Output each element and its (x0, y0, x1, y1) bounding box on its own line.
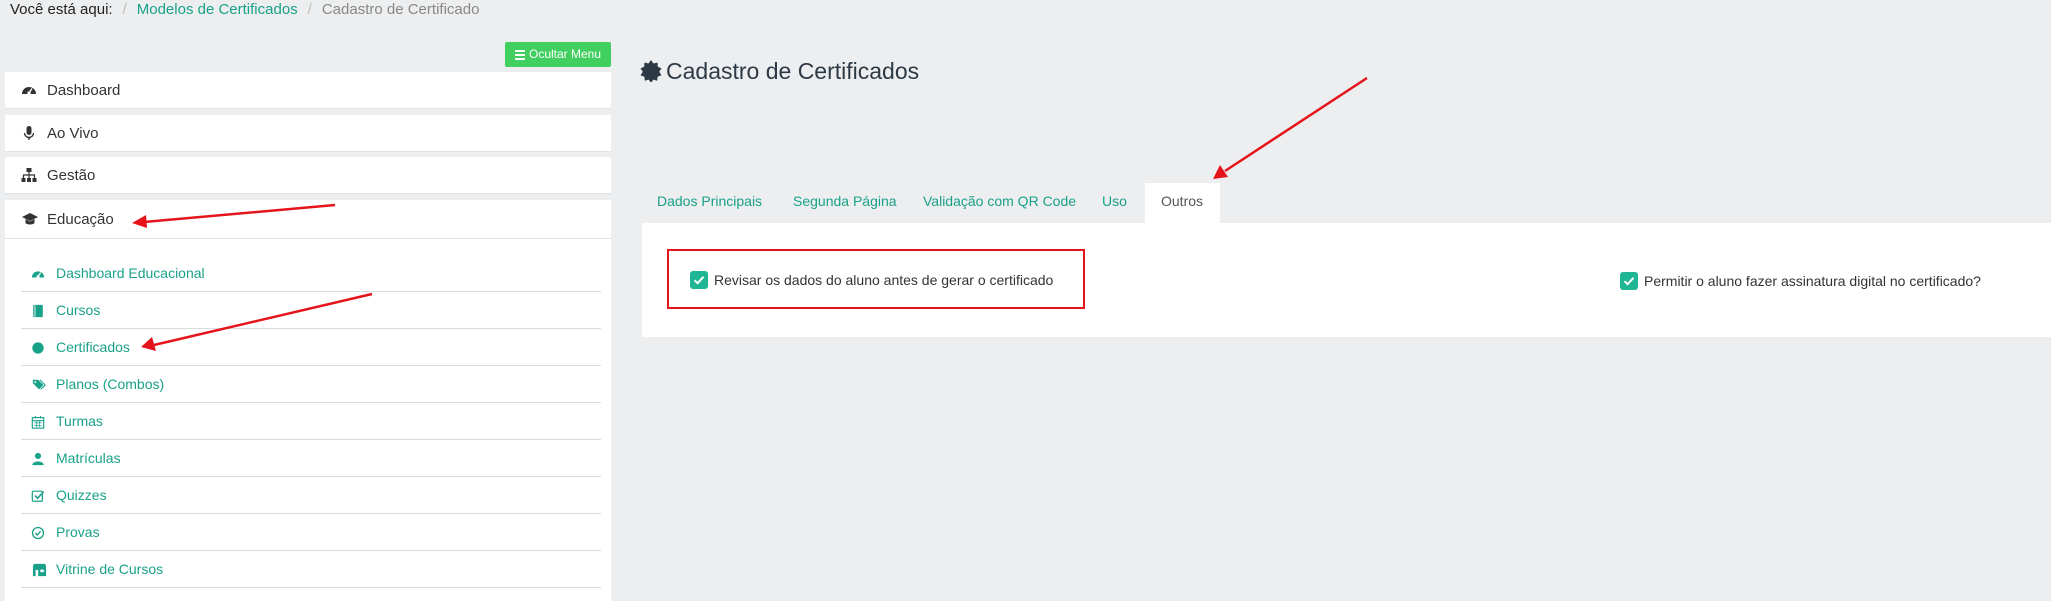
microphone-icon (23, 126, 35, 140)
submenu-item-vitrine[interactable]: Vitrine de Cursos (21, 551, 601, 588)
submenu-item-label: Cursos (56, 302, 101, 318)
submenu-item-label: Provas (56, 524, 100, 540)
sidebar-item-label: Educação (47, 211, 114, 228)
sidebar-item-gestao[interactable]: Gestão (5, 157, 611, 194)
sidebar-item-educacao[interactable]: Educação (5, 200, 611, 239)
breadcrumb: Você está aqui: / Modelos de Certificados /… (10, 1, 480, 18)
check-icon (1623, 277, 1635, 286)
submenu-item-certificados[interactable]: Certificados (21, 329, 601, 366)
breadcrumb-label: Você está aqui: (10, 1, 113, 18)
submenu-item-cursos[interactable]: Cursos (21, 292, 601, 329)
check-circle-icon (31, 526, 45, 540)
sidebar-item-label: Ao Vivo (47, 125, 99, 142)
sidebar-item-dashboard[interactable]: Dashboard (5, 72, 611, 109)
sidebar-item-label: Gestão (47, 167, 96, 184)
hide-menu-label: Ocultar Menu (528, 47, 602, 61)
submenu-item-turmas[interactable]: Turmas (21, 403, 601, 440)
submenu-item-dashboard-educacional[interactable]: Dashboard Educacional (21, 255, 601, 292)
submenu-item-matriculas[interactable]: Matrículas (21, 440, 601, 477)
storefront-icon (32, 563, 47, 577)
tab-uso[interactable]: Uso (1086, 183, 1143, 223)
certificate-icon (640, 60, 662, 82)
page: Você está aqui: / Modelos de Certificados /… (0, 0, 2051, 601)
graduation-cap-icon (22, 213, 38, 225)
annotation-highlight-box (667, 249, 1085, 309)
submenu-item-partial[interactable] (21, 588, 601, 601)
submenu-item-label: Planos (Combos) (56, 376, 165, 392)
submenu-item-quizzes[interactable]: Quizzes (21, 477, 601, 514)
tags-icon (32, 379, 46, 390)
sidebar-item-label: Dashboard (47, 82, 121, 99)
book-icon (33, 304, 43, 318)
annotation-arrow-outros (1213, 76, 1368, 179)
calendar-icon (31, 415, 45, 429)
breadcrumb-current: Cadastro de Certificado (321, 1, 480, 18)
submenu-item-label: Dashboard Educacional (56, 265, 205, 281)
submenu-item-label: Certificados (56, 339, 130, 355)
tab-validacao-qr-code[interactable]: Validação com QR Code (907, 183, 1092, 223)
menu-bars-icon (514, 48, 525, 62)
submenu-item-label: Matrículas (56, 450, 121, 466)
submenu-item-label: Turmas (56, 413, 103, 429)
submenu-item-label: Quizzes (56, 487, 107, 503)
dashboard-icon (22, 87, 36, 95)
certificate-icon (32, 342, 44, 354)
check-square-icon (31, 490, 45, 502)
page-title-text: Cadastro de Certificados (666, 58, 920, 84)
education-submenu: Dashboard Educacional Cursos Certificado… (5, 239, 611, 601)
submenu-item-provas[interactable]: Provas (21, 514, 601, 551)
digital-signature-checkbox[interactable] (1620, 272, 1638, 290)
page-title: Cadastro de Certificados (640, 54, 919, 88)
submenu-item-label: Vitrine de Cursos (56, 561, 164, 577)
tab-segunda-pagina[interactable]: Segunda Página (777, 183, 913, 223)
tab-outros[interactable]: Outros (1145, 183, 1220, 223)
tab-dados-principais[interactable]: Dados Principais (641, 183, 778, 223)
hide-menu-button[interactable]: Ocultar Menu (505, 42, 611, 67)
breadcrumb-link-modelos[interactable]: Modelos de Certificados (137, 1, 298, 18)
dashboard-icon (31, 271, 45, 279)
sidebar-item-ao-vivo[interactable]: Ao Vivo (5, 115, 611, 152)
submenu-item-planos[interactable]: Planos (Combos) (21, 366, 601, 403)
sitemap-icon (21, 168, 37, 182)
user-icon (32, 452, 44, 466)
digital-signature-label[interactable]: Permitir o aluno fazer assinatura digita… (1644, 272, 1981, 290)
